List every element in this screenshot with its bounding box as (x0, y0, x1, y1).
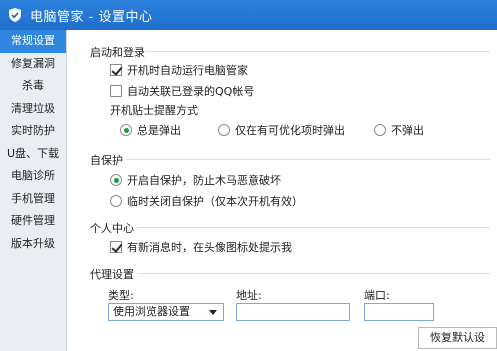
selfprotect-off-label: 临时关闭自保护（仅本次开机有效） (127, 195, 303, 208)
proxy-type-value: 使用浏览器设置 (113, 305, 190, 318)
tips-option-when-optimizable[interactable]: 仅在有可优化项时弹出 (218, 122, 345, 138)
sidebar-item-usb-download[interactable]: U盘、下载 (0, 143, 66, 166)
tips-when-optimizable-label: 仅在有可优化项时弹出 (235, 124, 345, 137)
selfprotect-on-label: 开启自保护，防止木马恶意破坏 (127, 174, 281, 187)
tips-option-always[interactable]: 总是弹出 (120, 122, 181, 138)
sidebar-item-clinic[interactable]: 电脑诊所 (0, 165, 66, 188)
sidebar-item-upgrade[interactable]: 版本升级 (0, 233, 66, 256)
tips-heading: 开机贴士提醒方式 (110, 104, 198, 117)
sidebar-item-cleanup[interactable]: 清理垃圾 (0, 98, 66, 121)
proxy-address-label: 地址: (236, 289, 262, 302)
chevron-down-icon (209, 310, 217, 315)
notify-label: 有新消息时，在头像图标处提示我 (127, 241, 292, 254)
divider (138, 227, 490, 228)
notify-checkbox-row[interactable]: 有新消息时，在头像图标处提示我 (110, 239, 292, 255)
selfprotect-on-row[interactable]: 开启自保护，防止木马恶意破坏 (110, 172, 281, 188)
auto-qq-checkbox-row[interactable]: 自动关联已登录的QQ帐号 (110, 83, 254, 99)
settings-panel: 启动和登录 开机时自动运行电脑管家 自动关联已登录的QQ帐号 开机贴士提醒方式 … (68, 30, 497, 351)
proxy-port-input[interactable] (364, 303, 434, 321)
sidebar-item-phone[interactable]: 手机管理 (0, 188, 66, 211)
autorun-checkbox-row[interactable]: 开机时自动运行电脑管家 (110, 62, 248, 78)
divider (138, 273, 490, 274)
sidebar-item-realtime[interactable]: 实时防护 (0, 120, 66, 143)
tips-always-label: 总是弹出 (137, 124, 181, 137)
auto-qq-checkbox[interactable] (110, 85, 122, 97)
auto-qq-label: 自动关联已登录的QQ帐号 (127, 85, 255, 98)
proxy-port-label: 端口: (364, 289, 390, 302)
tips-option-never[interactable]: 不弹出 (374, 122, 424, 138)
tips-never-label: 不弹出 (391, 124, 424, 137)
section-heading-selfprotect: 自保护 (90, 154, 123, 167)
autorun-label: 开机时自动运行电脑管家 (127, 64, 248, 77)
proxy-type-select[interactable]: 使用浏览器设置 (108, 303, 224, 321)
title-bar: 电脑管家 - 设置中心 (0, 0, 497, 30)
selfprotect-off-row[interactable]: 临时关闭自保护（仅本次开机有效） (110, 193, 303, 209)
section-heading-startup: 启动和登录 (90, 46, 145, 59)
shield-logo-icon (6, 6, 24, 24)
restore-defaults-button[interactable]: 恢复默认设置 (418, 327, 497, 349)
window-title: 电脑管家 - 设置中心 (30, 9, 153, 25)
tips-never-radio[interactable] (374, 124, 386, 136)
tips-always-radio[interactable] (120, 124, 132, 136)
sidebar: 常规设置 修复漏洞 杀毒 清理垃圾 实时防护 U盘、下载 电脑诊所 手机管理 硬… (0, 30, 67, 351)
section-heading-proxy: 代理设置 (90, 268, 134, 281)
section-heading-personal: 个人中心 (90, 222, 134, 235)
tips-when-optimizable-radio[interactable] (218, 124, 230, 136)
divider (126, 159, 490, 160)
selfprotect-off-radio[interactable] (110, 195, 122, 207)
sidebar-item-antivirus[interactable]: 杀毒 (0, 75, 66, 98)
proxy-type-label: 类型: (108, 289, 134, 302)
sidebar-item-hardware[interactable]: 硬件管理 (0, 210, 66, 233)
selfprotect-on-radio[interactable] (110, 174, 122, 186)
autorun-checkbox[interactable] (110, 64, 122, 76)
proxy-address-input[interactable] (236, 303, 350, 321)
sidebar-item-general[interactable]: 常规设置 (0, 30, 66, 53)
notify-checkbox[interactable] (110, 241, 122, 253)
divider (148, 51, 490, 52)
sidebar-item-patch[interactable]: 修复漏洞 (0, 53, 66, 76)
